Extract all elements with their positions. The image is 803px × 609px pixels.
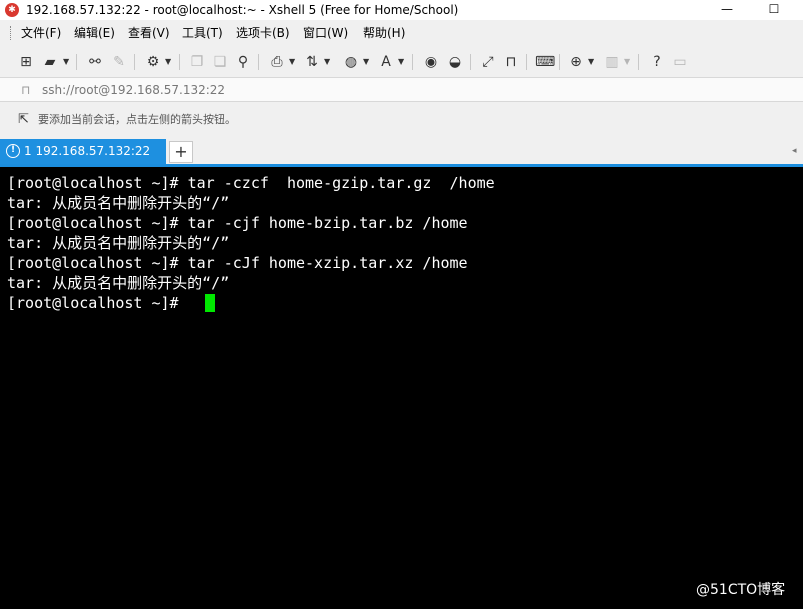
toolbar-separator: [638, 54, 639, 70]
layout-dropdown-icon[interactable]: ▼: [624, 54, 630, 70]
layout-icon[interactable]: ▥: [603, 53, 621, 71]
disconnect-icon[interactable]: ✎: [110, 53, 128, 71]
toolbar-separator: [258, 54, 259, 70]
session-hint-text: 要添加当前会话，点击左侧的箭头按钮。: [38, 113, 236, 126]
properties-icon[interactable]: ⚙: [144, 53, 162, 71]
xshell-logo-icon: ✱: [5, 3, 19, 17]
menu-view[interactable]: 查看(V): [128, 24, 170, 42]
terminal-line: tar: 从成员名中删除开头的“/”: [7, 274, 230, 292]
new-session-icon[interactable]: ⊞: [17, 53, 35, 71]
help-icon[interactable]: ?: [648, 53, 666, 71]
copy-icon[interactable]: ❐: [188, 53, 206, 71]
transfer-dropdown-icon[interactable]: ▼: [324, 54, 330, 70]
tab-scroll-icon[interactable]: ◂: [792, 144, 797, 158]
lock-icon[interactable]: ⊓: [502, 53, 520, 71]
menu-tools[interactable]: 工具(T): [182, 24, 223, 42]
transfer-icon[interactable]: ⇅: [303, 53, 321, 71]
toolbar-separator: [470, 54, 471, 70]
paste-icon[interactable]: ❏: [211, 53, 229, 71]
font-icon[interactable]: A: [377, 53, 395, 71]
menu-file[interactable]: 文件(F): [21, 24, 61, 42]
session-hint-bar: ⇱ 要添加当前会话，点击左侧的箭头按钮。: [0, 102, 803, 137]
new-tab-icon[interactable]: ⊕: [567, 53, 585, 71]
alert-icon: !: [6, 144, 20, 158]
menu-window[interactable]: 窗口(W): [303, 24, 348, 42]
toolbar-separator: [526, 54, 527, 70]
terminal[interactable]: [root@localhost ~]# tar -czcf home-gzip.…: [0, 167, 803, 609]
fullscreen-icon[interactable]: ⤢: [479, 53, 497, 71]
find-icon[interactable]: ⚲: [234, 53, 252, 71]
toolbar-separator: [559, 54, 560, 70]
toolbar: ⊞ ▰ ▼ ⚯ ✎ ⚙ ▼ ❐ ❏ ⚲ ⎙ ▼ ⇅ ▼ ◍ ▼ A ▼ ◉ ◒ …: [0, 46, 803, 78]
tab-label: 1 192.168.57.132:22: [24, 144, 151, 158]
new-tab-button[interactable]: +: [169, 141, 193, 163]
terminal-line: tar: 从成员名中删除开头的“/”: [7, 194, 230, 212]
toolbar-separator: [412, 54, 413, 70]
window-title: 192.168.57.132:22 - root@localhost:~ - X…: [26, 3, 459, 17]
toolbar-separator: [179, 54, 180, 70]
terminal-line: [root@localhost ~]# tar -czcf home-gzip.…: [7, 174, 495, 192]
terminal-prompt: [root@localhost ~]#: [7, 294, 188, 312]
menu-bar: 文件(F) 编辑(E) 查看(V) 工具(T) 选项卡(B) 窗口(W) 帮助(…: [0, 20, 803, 46]
toolbar-separator: [134, 54, 135, 70]
maximize-button[interactable]: ☐: [751, 0, 797, 20]
reconnect-icon[interactable]: ⚯: [86, 53, 104, 71]
minimize-button[interactable]: —: [704, 0, 750, 20]
terminal-line: tar: 从成员名中删除开头的“/”: [7, 234, 230, 252]
xftp-icon[interactable]: ◉: [422, 53, 440, 71]
terminal-line: [root@localhost ~]# tar -cjf home-bzip.t…: [7, 214, 468, 232]
chat-icon[interactable]: ▭: [671, 53, 689, 71]
font-dropdown-icon[interactable]: ▼: [398, 54, 404, 70]
menu-edit[interactable]: 编辑(E): [74, 24, 115, 42]
xmanager-icon[interactable]: ◒: [446, 53, 464, 71]
menu-tabs[interactable]: 选项卡(B): [236, 24, 290, 42]
terminal-cursor: [205, 294, 215, 312]
print-icon[interactable]: ⎙: [268, 53, 286, 71]
toolbar-separator: [76, 54, 77, 70]
properties-dropdown-icon[interactable]: ▼: [165, 54, 171, 70]
add-session-arrow-icon[interactable]: ⇱: [18, 112, 29, 128]
globe-dropdown-icon[interactable]: ▼: [363, 54, 369, 70]
terminal-line: [root@localhost ~]# tar -cJf home-xzip.t…: [7, 254, 468, 272]
lock-icon: ⊓: [21, 83, 31, 97]
tab-strip: ! 1 192.168.57.132:22 + ◂: [0, 137, 803, 167]
menu-help[interactable]: 帮助(H): [363, 24, 405, 42]
new-tab-dropdown-icon[interactable]: ▼: [588, 54, 594, 70]
title-bar: ✱ 192.168.57.132:22 - root@localhost:~ -…: [0, 0, 803, 20]
tab-session-1[interactable]: ! 1 192.168.57.132:22: [0, 139, 166, 164]
menu-grip: [10, 26, 13, 40]
keyboard-icon[interactable]: ⌨: [535, 53, 555, 71]
print-dropdown-icon[interactable]: ▼: [289, 54, 295, 70]
address-bar[interactable]: ⊓ ssh://root@192.168.57.132:22: [0, 78, 803, 102]
globe-icon[interactable]: ◍: [342, 53, 360, 71]
open-folder-icon[interactable]: ▰: [41, 53, 59, 71]
address-value[interactable]: ssh://root@192.168.57.132:22: [42, 82, 225, 98]
watermark: @51CTO博客: [696, 582, 786, 598]
open-dropdown-icon[interactable]: ▼: [63, 54, 69, 70]
